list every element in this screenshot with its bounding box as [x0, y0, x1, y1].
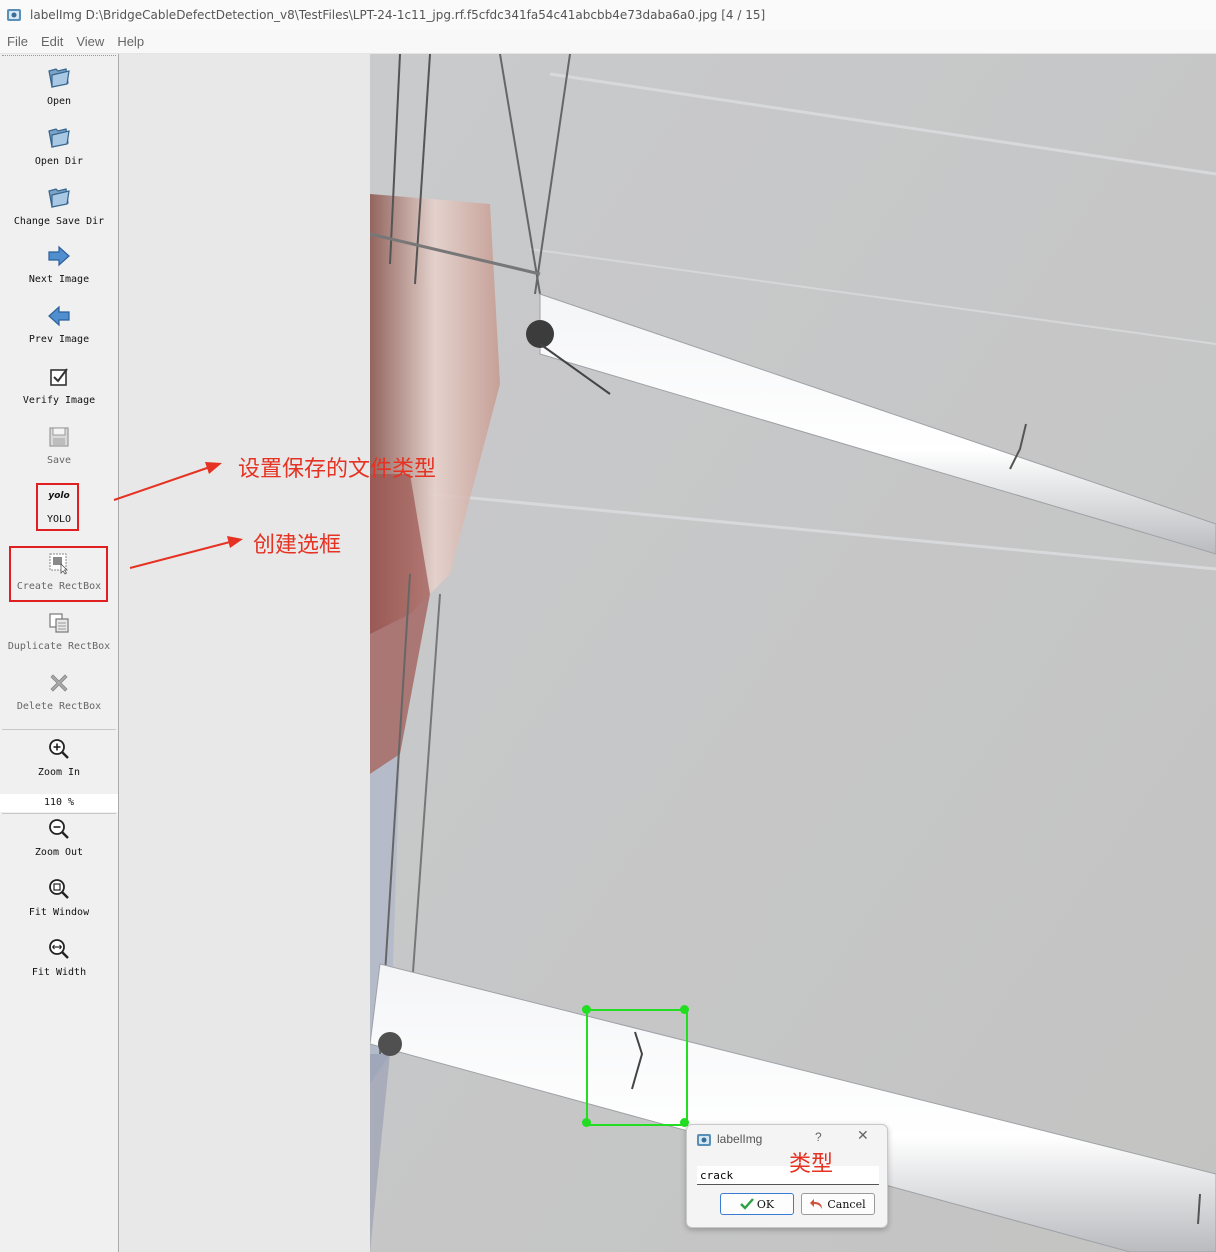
zoom-in-icon — [49, 739, 69, 759]
zoom-out-label: Zoom Out — [34, 847, 84, 858]
cancel-button[interactable]: Cancel — [801, 1193, 875, 1215]
arrow-left-icon — [48, 305, 70, 327]
toolbar-separator — [2, 729, 116, 730]
bbox-handle[interactable] — [582, 1005, 591, 1014]
delete-rectbox-button[interactable]: Delete RectBox — [0, 671, 118, 712]
save-button[interactable]: Save — [0, 425, 118, 466]
dialog-title: labelImg — [717, 1132, 763, 1146]
labelimg-app-icon — [697, 1134, 711, 1146]
bbox-handle[interactable] — [582, 1118, 591, 1127]
fit-width-icon — [49, 939, 69, 959]
dialog-close-icon[interactable]: ✕ — [857, 1128, 869, 1144]
toolbar: Open Open Dir Change Save Dir Next Image… — [0, 54, 119, 1252]
menu-view[interactable]: View — [76, 34, 104, 49]
open-button[interactable]: Open — [0, 64, 118, 107]
undo-arrow-icon — [810, 1199, 823, 1209]
next-image-label: Next Image — [28, 274, 90, 285]
menu-edit[interactable]: Edit — [41, 34, 63, 49]
fit-window-label: Fit Window — [28, 907, 90, 918]
delete-x-icon — [50, 674, 68, 692]
fit-window-button[interactable]: Fit Window — [0, 877, 118, 918]
menu-bar: File Edit View Help — [0, 30, 1216, 54]
menu-help[interactable]: Help — [117, 34, 144, 49]
ok-label: OK — [756, 1197, 775, 1211]
floppy-disk-icon — [49, 427, 69, 447]
bridge-cable-photo — [370, 54, 1216, 1252]
bbox-handle[interactable] — [680, 1005, 689, 1014]
zoom-in-button[interactable]: Zoom In — [0, 737, 118, 778]
duplicate-rectbox-label: Duplicate RectBox — [7, 641, 111, 652]
dialog-help-button[interactable]: ? — [815, 1130, 822, 1144]
prev-image-button[interactable]: Prev Image — [0, 304, 118, 345]
zoom-in-label: Zoom In — [37, 767, 81, 778]
open-dir-label: Open Dir — [34, 156, 84, 167]
window-titlebar: labelImg D:\BridgeCableDefectDetection_v… — [0, 0, 1216, 30]
label-dialog: labelImg ? ✕ OK Cancel — [686, 1124, 888, 1228]
zoom-out-icon — [49, 819, 69, 839]
folder-open-icon — [48, 68, 70, 88]
change-save-dir-button[interactable]: Change Save Dir — [0, 184, 118, 227]
fit-width-label: Fit Width — [31, 967, 87, 978]
annotation-save-format-note: 设置保存的文件类型 — [238, 457, 437, 482]
cancel-label: Cancel — [827, 1197, 866, 1211]
duplicate-rectbox-button[interactable]: Duplicate RectBox — [0, 611, 118, 652]
fit-width-button[interactable]: Fit Width — [0, 937, 118, 978]
open-dir-button[interactable]: Open Dir — [0, 124, 118, 167]
toolbar-grip[interactable] — [2, 55, 116, 56]
annotation-create-box-note: 创建选框 — [253, 533, 342, 558]
zoom-out-button[interactable]: Zoom Out — [0, 817, 118, 858]
open-label: Open — [46, 96, 72, 107]
save-label: Save — [46, 455, 72, 466]
toolbar-separator — [2, 813, 116, 814]
window-title: labelImg D:\BridgeCableDefectDetection_v… — [30, 8, 766, 22]
checkbox-check-icon — [50, 368, 68, 386]
image-canvas[interactable] — [119, 54, 1216, 1252]
delete-rectbox-label: Delete RectBox — [16, 701, 102, 712]
verify-image-button[interactable]: Verify Image — [0, 365, 118, 406]
bounding-box-crack[interactable] — [586, 1009, 688, 1126]
folder-open-icon — [48, 128, 70, 148]
zoom-value-spinbox[interactable]: 110 % — [0, 794, 118, 812]
ok-button[interactable]: OK — [720, 1193, 794, 1215]
checkmark-icon — [740, 1198, 754, 1210]
verify-image-label: Verify Image — [22, 395, 96, 406]
folder-open-icon — [48, 188, 70, 208]
duplicate-icon — [49, 613, 69, 633]
prev-image-label: Prev Image — [28, 334, 90, 345]
menu-file[interactable]: File — [7, 34, 28, 49]
next-image-button[interactable]: Next Image — [0, 244, 118, 285]
change-save-dir-label: Change Save Dir — [13, 216, 105, 227]
fit-window-icon — [49, 879, 69, 899]
label-input[interactable] — [697, 1166, 879, 1185]
highlight-yolo-box — [36, 483, 79, 531]
highlight-create-rectbox-box — [9, 546, 108, 602]
labelimg-app-icon — [7, 9, 21, 21]
annotation-label-type-note: 类型 — [789, 1152, 834, 1177]
arrow-right-icon — [48, 245, 70, 267]
